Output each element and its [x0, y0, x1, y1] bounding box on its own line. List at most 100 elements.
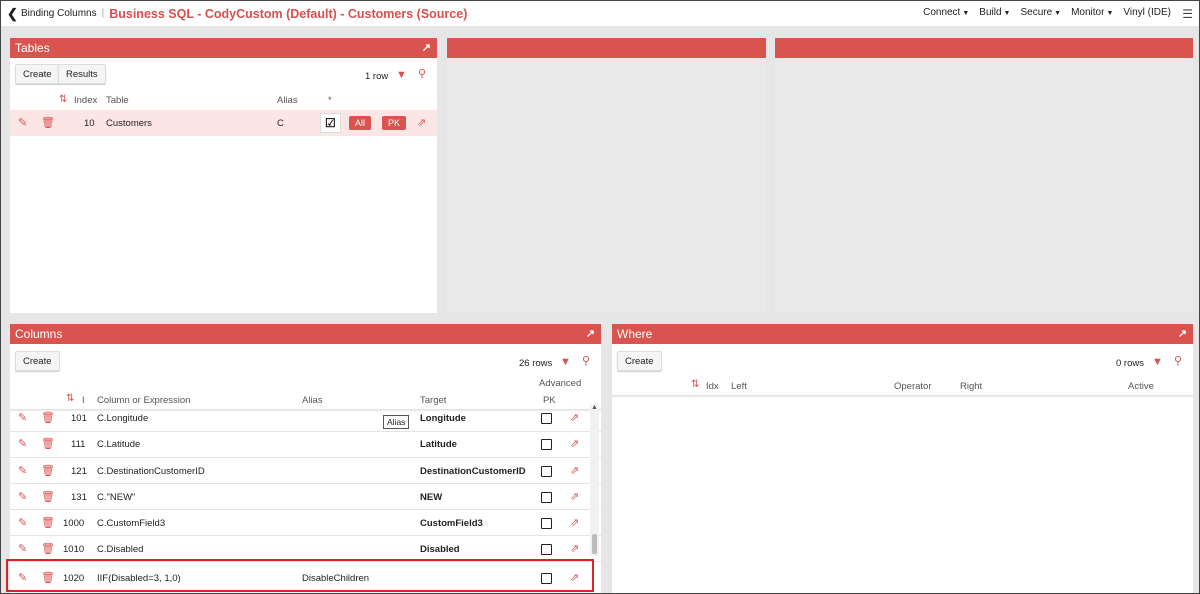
sort-icon[interactable]: ⇅	[59, 94, 67, 105]
hamburger-menu-icon[interactable]: ☰	[1182, 7, 1193, 21]
row-index: 101	[71, 413, 87, 424]
edit-icon[interactable]: ✎	[18, 413, 27, 424]
trash-icon[interactable]: 🗑	[41, 413, 55, 424]
scrollbar-thumb[interactable]	[592, 534, 597, 554]
row-index: 1000	[63, 518, 85, 529]
trash-icon[interactable]: 🗑	[41, 544, 55, 555]
tables-create-button[interactable]: Create	[15, 64, 60, 84]
expand-icon[interactable]: ↗	[422, 41, 431, 54]
tables-results-button[interactable]: Results	[58, 64, 106, 84]
columns-panel-title: Columns	[15, 327, 63, 341]
header-alias[interactable]: Alias	[277, 95, 298, 106]
trash-icon[interactable]: 🗑	[41, 118, 55, 129]
header-table[interactable]: Table	[106, 95, 129, 106]
empty-panel-header	[775, 38, 1193, 58]
row-index: 131	[71, 492, 87, 503]
caret-down-icon: ▼	[962, 10, 970, 17]
where-create-button[interactable]: Create	[617, 351, 662, 371]
table-row[interactable]: ✎ 🗑 1000 C.CustomField3 CustomField3 ⇗	[10, 508, 601, 534]
edit-icon[interactable]: ✎	[18, 492, 27, 503]
top-menu: Connect ▼ Build ▼ Secure ▼ Monitor ▼ Vinyl (…	[923, 7, 1171, 18]
pk-checkbox[interactable]	[541, 413, 552, 424]
sort-icon[interactable]: ⇅	[691, 379, 699, 390]
empty-panel-header	[447, 38, 766, 58]
columns-create-button[interactable]: Create	[15, 351, 60, 371]
pk-checkbox[interactable]	[541, 518, 552, 529]
expand-icon[interactable]: ↗	[1178, 327, 1187, 340]
header-index[interactable]: Index	[74, 95, 97, 106]
edit-icon[interactable]: ✎	[18, 439, 27, 450]
edit-icon[interactable]: ✎	[18, 118, 27, 129]
open-external-icon[interactable]: ⇗	[570, 544, 579, 555]
pk-checkbox[interactable]	[541, 439, 552, 450]
header-left[interactable]: Left	[731, 381, 747, 392]
table-row[interactable]: ✎ 🗑 111 C.Latitude Latitude ⇗	[10, 430, 601, 456]
edit-icon[interactable]: ✎	[18, 518, 27, 529]
edit-icon[interactable]: ✎	[18, 544, 27, 555]
row-expression: C.Disabled	[97, 544, 144, 555]
open-external-icon[interactable]: ⇗	[570, 466, 579, 477]
tables-panel-header: Tables ↗	[10, 38, 437, 58]
row-table: Customers	[106, 118, 152, 129]
filter-icon[interactable]: ▼	[1152, 357, 1163, 368]
header-active[interactable]: Active	[1128, 381, 1154, 392]
breadcrumb[interactable]: Binding Columns	[21, 8, 97, 19]
pk-checkbox[interactable]	[541, 492, 552, 503]
open-external-icon[interactable]: ⇗	[570, 518, 579, 529]
trash-icon[interactable]: 🗑	[41, 518, 55, 529]
table-row[interactable]: ✎ 🗑 121 C.DestinationCustomerID Destinat…	[10, 456, 601, 482]
menu-monitor[interactable]: Monitor ▼	[1071, 7, 1113, 18]
open-external-icon[interactable]: ⇗	[570, 413, 579, 424]
row-expression: C."NEW"	[97, 492, 136, 503]
breadcrumb-separator: |	[101, 8, 105, 19]
table-row[interactable]: ✎ 🗑 10 Customers C ☑ All PK ⇗	[10, 110, 437, 136]
open-external-icon[interactable]: ⇗	[570, 492, 579, 503]
table-row[interactable]: ✎ 🗑 131 C."NEW" NEW ⇗	[10, 482, 601, 508]
menu-secure[interactable]: Secure ▼	[1020, 7, 1061, 18]
columns-list: ✎ 🗑 101 C.Longitude Longitude ⇗ Alias ✎ …	[6, 404, 601, 593]
header-idx[interactable]: Idx	[706, 381, 719, 392]
row-index: 121	[71, 466, 87, 477]
menu-connect[interactable]: Connect ▼	[923, 7, 969, 18]
top-bar: ❮ Binding Columns | Business SQL - CodyC…	[1, 1, 1199, 26]
all-button[interactable]: All	[349, 116, 372, 130]
pk-button[interactable]: PK	[382, 116, 407, 130]
header-operator[interactable]: Operator	[894, 381, 932, 392]
tables-panel: Tables ↗ Create Results 1 row ▼ ⚲ ⇅ Inde…	[10, 38, 437, 313]
search-icon[interactable]: ⚲	[1174, 356, 1182, 367]
tables-row-count: 1 row	[365, 71, 389, 82]
header-right[interactable]: Right	[960, 381, 982, 392]
row-index: 1010	[63, 544, 85, 555]
pk-checkbox[interactable]	[541, 466, 552, 477]
filter-icon[interactable]: ▼	[396, 70, 407, 81]
filter-icon[interactable]: ▼	[560, 357, 571, 368]
table-row[interactable]: ✎ 🗑 101 C.Longitude Longitude ⇗	[10, 404, 601, 430]
highlight-box	[6, 559, 594, 592]
search-icon[interactable]: ⚲	[418, 69, 426, 80]
empty-panel-right	[775, 38, 1193, 313]
caret-down-icon: ▼	[1106, 10, 1114, 17]
trash-icon[interactable]: 🗑	[41, 466, 55, 477]
scrollbar[interactable]: ▲	[590, 404, 599, 556]
search-icon[interactable]: ⚲	[582, 356, 590, 367]
trash-icon[interactable]: 🗑	[41, 439, 55, 450]
row-alias: C	[277, 118, 284, 129]
expand-icon[interactable]: ↗	[586, 327, 595, 340]
app-window: ❮ Binding Columns | Business SQL - CodyC…	[0, 0, 1200, 594]
sort-icon[interactable]: ⇅	[66, 393, 74, 404]
chevron-left-icon[interactable]: ❮	[7, 6, 18, 22]
menu-vinyl-ide[interactable]: Vinyl (IDE)	[1123, 7, 1171, 18]
open-external-icon[interactable]: ⇗	[417, 118, 426, 129]
trash-icon[interactable]: 🗑	[41, 492, 55, 503]
pk-checkbox[interactable]	[541, 544, 552, 555]
page-title: Business SQL - CodyCustom (Default) - Cu…	[109, 6, 468, 21]
menu-build[interactable]: Build ▼	[979, 7, 1010, 18]
row-target: Latitude	[420, 439, 457, 450]
table-row[interactable]: ✎ 🗑 1010 C.Disabled Disabled ⇗	[10, 534, 601, 560]
open-external-icon[interactable]: ⇗	[570, 439, 579, 450]
header-shadow	[612, 395, 1193, 398]
checkbox-container: ☑	[320, 113, 341, 133]
checked-checkbox-icon[interactable]: ☑	[325, 117, 336, 129]
edit-icon[interactable]: ✎	[18, 466, 27, 477]
scroll-up-arrow-icon[interactable]: ▲	[591, 404, 598, 411]
